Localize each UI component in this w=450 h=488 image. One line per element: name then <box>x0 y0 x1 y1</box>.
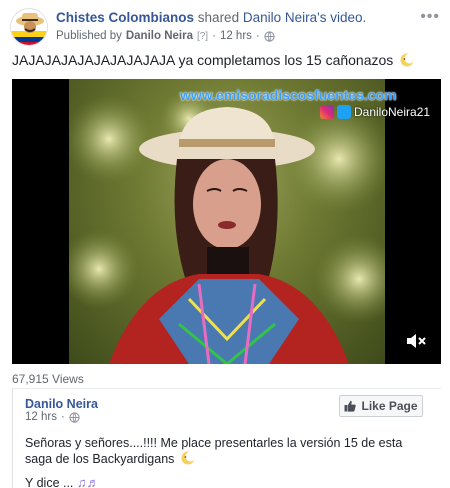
published-by-name[interactable]: Danilo Neira <box>126 30 193 42</box>
more-horizontal-icon[interactable]: ••• <box>420 8 440 26</box>
radio-logo-badge: Fuentes Radio <box>381 294 385 344</box>
published-help[interactable]: [?] <box>197 31 208 42</box>
post-meta-line: Published by Danilo Neira [?] · 12 hrs · <box>56 30 275 42</box>
twitter-icon <box>337 105 351 119</box>
like-page-label: Like Page <box>361 399 418 413</box>
shared-post-text-2-content: Y dice ... <box>25 476 74 488</box>
page-avatar[interactable] <box>10 8 48 46</box>
author-name-link[interactable]: Danilo Neira <box>243 10 317 25</box>
page-name-link[interactable]: Chistes Colombianos <box>56 10 194 25</box>
overlay-handle-text: DaniloNeira21 <box>354 105 431 119</box>
post-title-line: Chistes Colombianos shared Danilo Neira'… <box>56 10 366 25</box>
moon-emoji-icon-2 <box>181 451 195 465</box>
shared-globe-icon <box>69 411 80 423</box>
facebook-post: Chistes Colombianos shared Danilo Neira'… <box>0 0 450 488</box>
shared-post-text: Señoras y señores....!!!! Me place prese… <box>25 435 427 467</box>
like-page-button[interactable]: Like Page <box>339 395 423 417</box>
view-count: 67,915 Views <box>12 372 84 386</box>
shared-post-text-2: Y dice ... ♫♬ <box>25 475 100 488</box>
moon-emoji-icon <box>400 53 415 67</box>
post-time[interactable]: 12 hrs <box>220 30 252 42</box>
shared-original-post: Danilo Neira 12 hrs · Like Page Señoras … <box>12 388 441 488</box>
shared-suffix[interactable]: 's video. <box>317 10 366 25</box>
avatar-image <box>11 9 47 45</box>
meta-separator: · <box>212 30 216 42</box>
mute-icon[interactable] <box>405 332 427 350</box>
instagram-icon <box>320 105 334 119</box>
music-notes-icon: ♫♬ <box>76 475 100 488</box>
globe-icon <box>264 30 275 42</box>
thumbs-up-icon <box>344 400 357 412</box>
video-overlay-handle: DaniloNeira21 <box>320 105 430 119</box>
shared-word: shared <box>197 10 240 25</box>
post-header: Chistes Colombianos shared Danilo Neira'… <box>10 6 440 46</box>
shared-meta-separator: · <box>60 411 65 423</box>
post-text: JAJAJAJAJAJAJAJAJAJA ya completamos los … <box>12 52 415 68</box>
video-scene <box>69 89 385 364</box>
video-player[interactable]: Fuentes Radio www.emisoradiscosfuentes.c… <box>12 79 441 364</box>
meta-separator-2: · <box>255 30 260 42</box>
shared-post-text-content: Señoras y señores....!!!! Me place prese… <box>25 436 403 466</box>
shared-meta-line: 12 hrs · <box>25 411 80 423</box>
shared-time[interactable]: 12 hrs <box>25 411 57 423</box>
published-by-label: Published by <box>56 30 122 42</box>
post-text-content: JAJAJAJAJAJAJAJAJAJA ya completamos los … <box>12 52 394 68</box>
shared-author-link[interactable]: Danilo Neira <box>25 397 98 411</box>
video-frame: Fuentes Radio <box>69 79 385 364</box>
video-overlay-url: www.emisoradiscosfuentes.com <box>180 87 397 103</box>
